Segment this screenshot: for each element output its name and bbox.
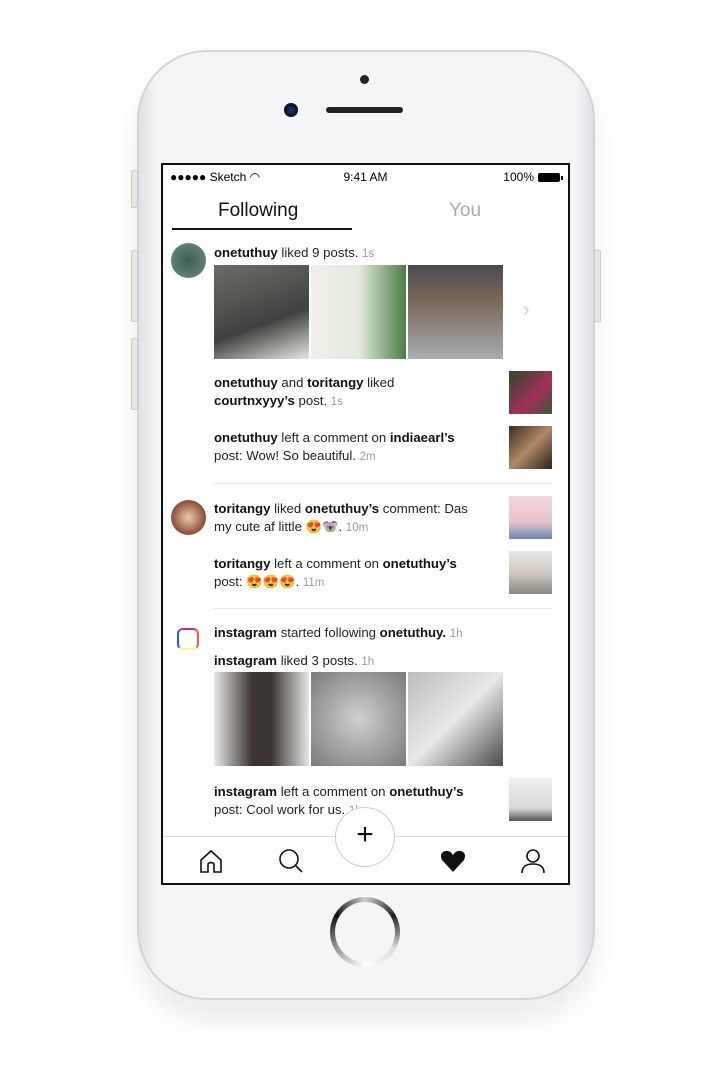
liked-posts-grid <box>214 672 503 766</box>
proximity-sensor <box>360 75 369 84</box>
bottom-tab-bar: + <box>163 807 568 883</box>
list-item: onetuthuy liked 9 posts. 1s <box>214 245 375 260</box>
list-item: instagram started following onetuthuy. 1… <box>214 625 463 640</box>
home-icon[interactable] <box>197 847 225 875</box>
activity-tabs: Following You <box>163 195 568 231</box>
list-item: onetuthuy and toritangy liked courtnxyyy… <box>214 375 395 408</box>
volume-up-button <box>131 250 138 322</box>
front-camera <box>284 103 298 117</box>
post-thumbnail[interactable] <box>311 672 406 766</box>
mute-switch <box>131 170 138 208</box>
battery-icon <box>538 172 563 182</box>
post-thumbnail[interactable] <box>509 371 552 414</box>
chevron-right-icon[interactable]: › <box>523 299 530 322</box>
status-bar: ●●●●● Sketch ◠ 9:41 AM 100% <box>163 165 568 187</box>
avatar-onetuthuy[interactable] <box>171 243 206 278</box>
heart-icon[interactable] <box>439 847 467 875</box>
emoji: 😍🐨 <box>305 519 339 534</box>
list-item: toritangy liked onetuthuy’s comment: Das… <box>214 501 468 534</box>
divider <box>213 608 553 609</box>
emoji: 😍😍😍 <box>246 574 296 589</box>
list-item: onetuthuy left a comment on indiaearl’s … <box>214 430 455 463</box>
screen: ●●●●● Sketch ◠ 9:41 AM 100% Following Yo… <box>161 163 570 885</box>
search-icon[interactable] <box>277 847 305 875</box>
post-thumbnail[interactable] <box>214 672 309 766</box>
post-thumbnail[interactable] <box>509 426 552 469</box>
active-tab-indicator <box>172 228 352 230</box>
tab-you[interactable]: You <box>449 200 481 222</box>
profile-icon[interactable] <box>519 847 547 875</box>
volume-down-button <box>131 338 138 410</box>
battery-status: 100% <box>503 170 563 184</box>
tab-following[interactable]: Following <box>218 200 298 222</box>
post-thumbnail[interactable] <box>408 265 503 359</box>
home-button[interactable] <box>330 897 400 967</box>
post-thumbnail[interactable] <box>509 496 552 539</box>
post-thumbnail[interactable] <box>214 265 309 359</box>
earpiece-speaker <box>326 107 403 113</box>
power-button <box>594 250 601 322</box>
post-thumbnail[interactable] <box>408 672 503 766</box>
add-post-button[interactable]: + <box>335 807 395 867</box>
battery-percent: 100% <box>503 170 534 184</box>
avatar-toritangy[interactable] <box>171 500 206 535</box>
post-thumbnail[interactable] <box>509 551 552 594</box>
liked-posts-grid <box>214 265 503 359</box>
post-thumbnail[interactable] <box>509 778 552 821</box>
divider <box>213 483 553 484</box>
list-item: toritangy left a comment on onetuthuy’s … <box>214 556 457 589</box>
list-item: instagram liked 3 posts. 1h <box>214 653 375 668</box>
instagram-logo-icon <box>177 628 199 650</box>
post-thumbnail[interactable] <box>311 265 406 359</box>
